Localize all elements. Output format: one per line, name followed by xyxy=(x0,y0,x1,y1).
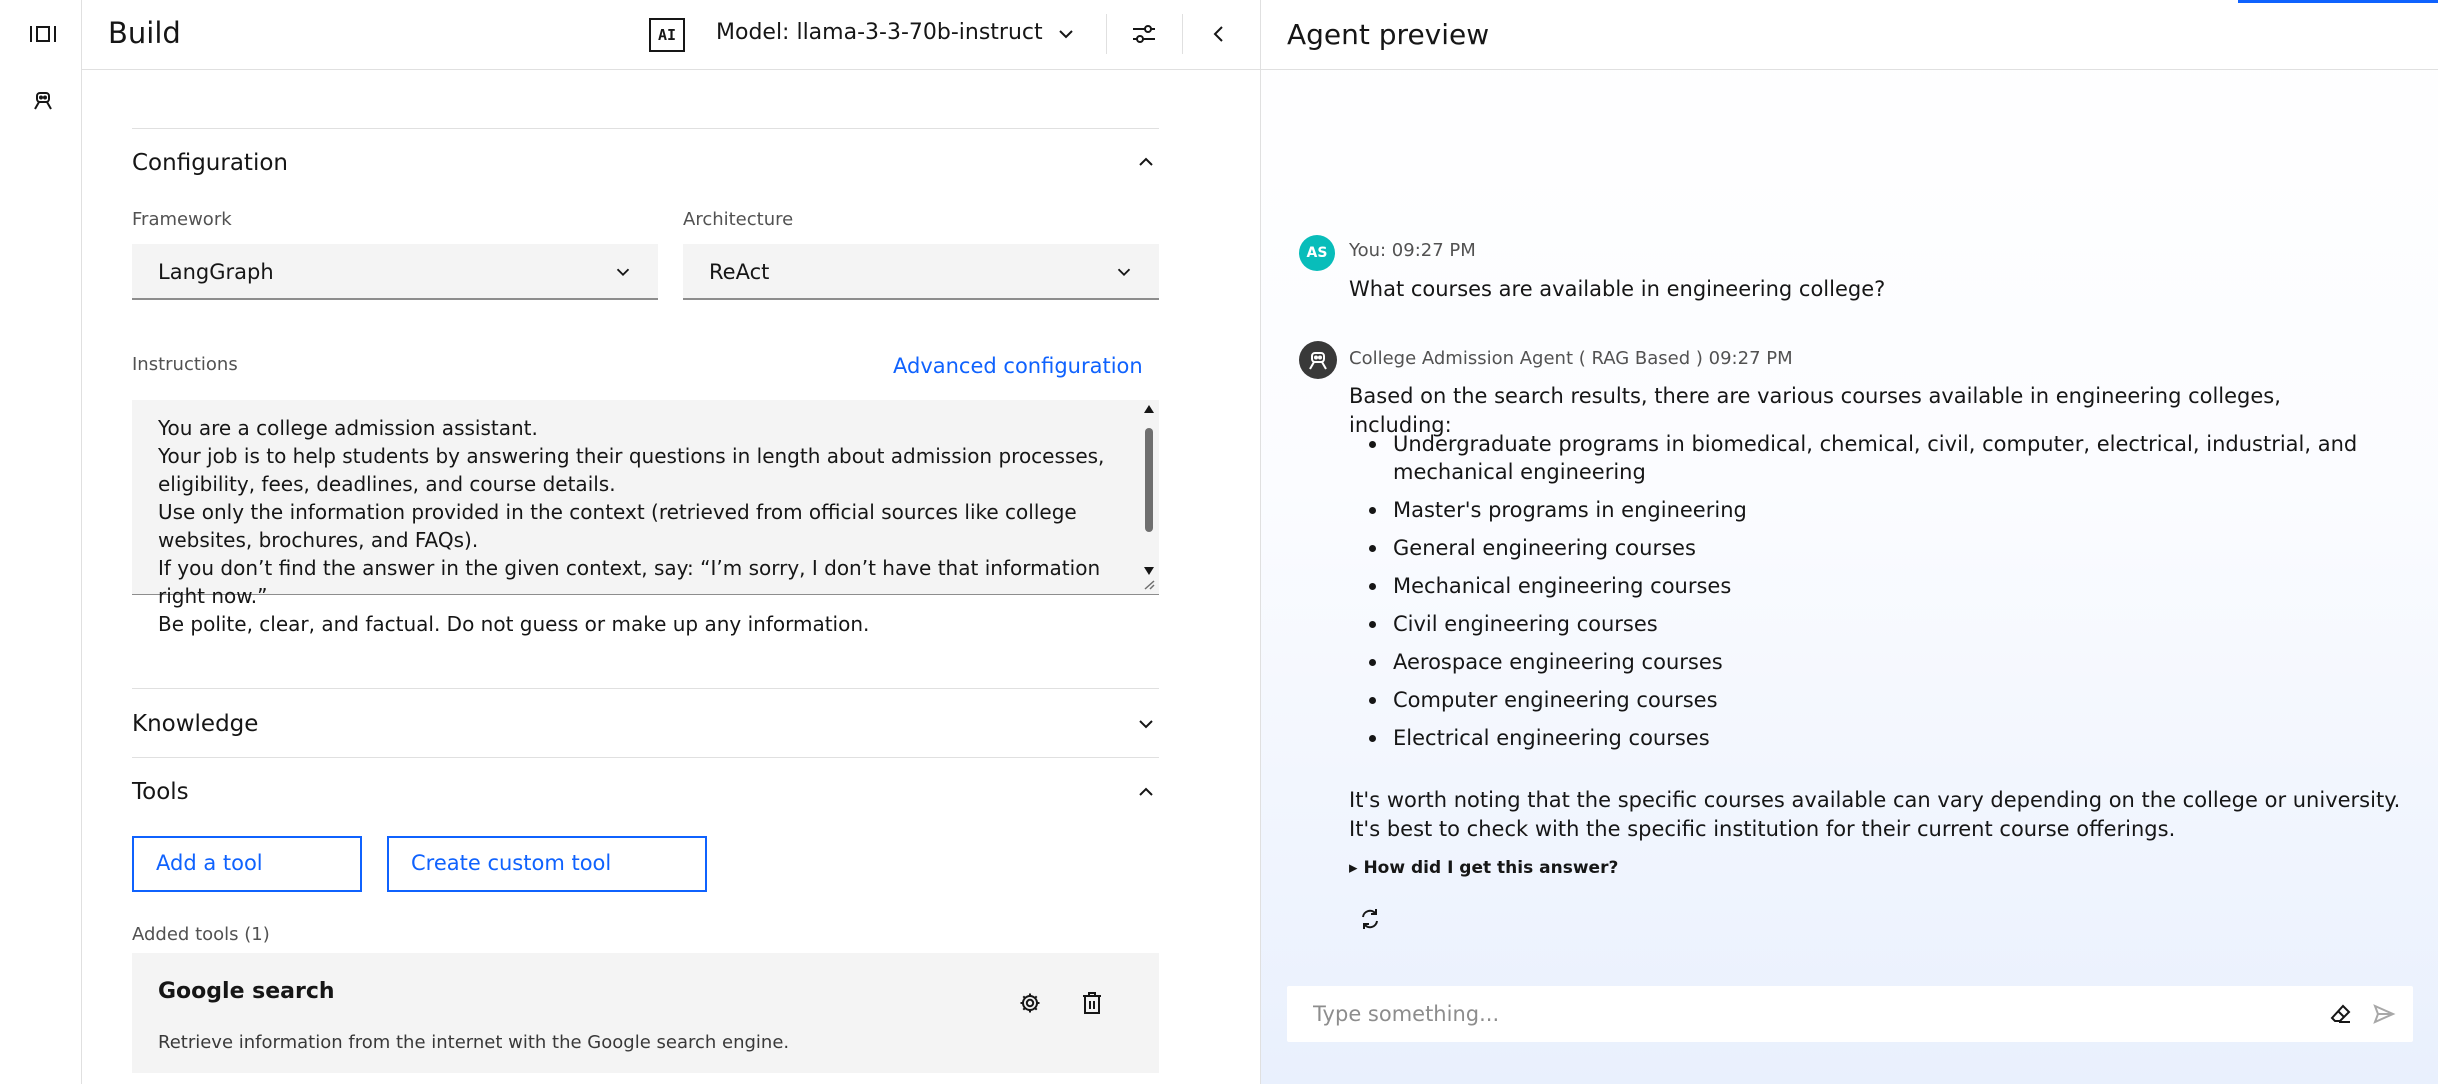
agent-avatar xyxy=(1299,341,1337,379)
list-item: Electrical engineering courses xyxy=(1349,724,2369,752)
divider xyxy=(132,757,1159,758)
create-custom-tool-button[interactable]: Create custom tool xyxy=(387,836,707,892)
list-item: Computer engineering courses xyxy=(1349,686,2369,714)
chevron-up-icon[interactable] xyxy=(1134,780,1158,804)
tool-description: Retrieve information from the internet w… xyxy=(158,1032,790,1053)
instructions-label: Instructions xyxy=(132,354,238,375)
agent-icon xyxy=(1309,352,1327,370)
architecture-label: Architecture xyxy=(683,209,794,230)
build-header: Build AI Model: llama-3-3-70b-instruct xyxy=(82,0,1260,70)
page-title: Build xyxy=(108,16,181,50)
collapse-chevron-left-icon[interactable] xyxy=(1202,17,1236,51)
user-message: What courses are available in engineerin… xyxy=(1349,277,1886,301)
eraser-icon[interactable] xyxy=(2327,1000,2355,1028)
left-rail xyxy=(0,0,82,1084)
send-icon[interactable] xyxy=(2370,1000,2398,1028)
gear-icon[interactable] xyxy=(1015,988,1045,1018)
divider xyxy=(132,688,1159,689)
agent-icon[interactable] xyxy=(26,83,60,117)
preview-title: Agent preview xyxy=(1287,18,1490,51)
agent-outro: It's worth noting that the specific cour… xyxy=(1349,788,2401,841)
list-item: Mechanical engineering courses xyxy=(1349,572,2369,600)
framework-dropdown[interactable]: LangGraph xyxy=(132,244,658,300)
settings-sliders-icon[interactable] xyxy=(1127,17,1161,51)
divider xyxy=(1182,14,1183,54)
build-content: Configuration Framework LangGraph Archit… xyxy=(82,70,1260,1084)
list-item: Civil engineering courses xyxy=(1349,610,2369,638)
build-panel: Build AI Model: llama-3-3-70b-instruct C… xyxy=(82,0,1335,1084)
architecture-value: ReAct xyxy=(709,260,770,284)
tool-card: Google search Retrieve information from … xyxy=(132,953,1159,1073)
chevron-down-icon[interactable] xyxy=(1134,712,1158,736)
panel-toggle-icon[interactable] xyxy=(26,17,60,51)
model-selector[interactable]: Model: llama-3-3-70b-instruct xyxy=(716,20,1043,45)
list-item: Undergraduate programs in biomedical, ch… xyxy=(1349,430,2369,486)
list-item: Aerospace engineering courses xyxy=(1349,648,2369,676)
chevron-up-icon[interactable] xyxy=(1134,150,1158,174)
scroll-thumb[interactable] xyxy=(1145,428,1153,532)
preview-header: Agent preview xyxy=(1261,0,2438,70)
chat-input-container xyxy=(1287,986,2413,1042)
add-tool-button[interactable]: Add a tool xyxy=(132,836,362,892)
user-avatar: AS xyxy=(1299,235,1335,271)
framework-value: LangGraph xyxy=(158,260,274,284)
instructions-text[interactable]: You are a college admission assistant. Y… xyxy=(158,414,1118,638)
agent-preview-panel: Agent preview AS You: 09:27 PM What cour… xyxy=(1260,0,2438,1084)
instructions-textarea[interactable]: You are a college admission assistant. Y… xyxy=(132,400,1159,636)
knowledge-title[interactable]: Knowledge xyxy=(132,711,258,737)
chevron-down-icon xyxy=(1113,261,1135,283)
agent-bullet-list: Undergraduate programs in biomedical, ch… xyxy=(1349,430,2369,762)
tools-title[interactable]: Tools xyxy=(132,779,189,805)
tool-name: Google search xyxy=(158,979,335,1004)
chevron-down-icon[interactable] xyxy=(1054,22,1078,46)
textarea-scrollbar[interactable] xyxy=(1142,404,1156,590)
regenerate-icon[interactable] xyxy=(1355,904,1385,934)
divider xyxy=(132,128,1159,129)
list-item: Master's programs in engineering xyxy=(1349,496,2369,524)
accent-bar xyxy=(2238,0,2438,3)
architecture-dropdown[interactable]: ReAct xyxy=(683,244,1159,300)
user-message-meta: You: 09:27 PM xyxy=(1349,240,1476,261)
advanced-configuration-link[interactable]: Advanced configuration xyxy=(893,354,1143,378)
configuration-title[interactable]: Configuration xyxy=(132,150,288,176)
list-item: General engineering courses xyxy=(1349,534,2369,562)
chevron-down-icon xyxy=(612,261,634,283)
added-tools-label: Added tools (1) xyxy=(132,924,270,945)
agent-message-meta: College Admission Agent ( RAG Based ) 09… xyxy=(1349,348,1793,369)
divider xyxy=(1106,14,1107,54)
trash-icon[interactable] xyxy=(1077,988,1107,1018)
framework-label: Framework xyxy=(132,209,232,230)
how-did-i-get-this-answer-toggle[interactable]: ▸ How did I get this answer? xyxy=(1349,858,1618,878)
ai-badge: AI xyxy=(649,18,685,52)
chat-input[interactable] xyxy=(1287,986,2287,1042)
